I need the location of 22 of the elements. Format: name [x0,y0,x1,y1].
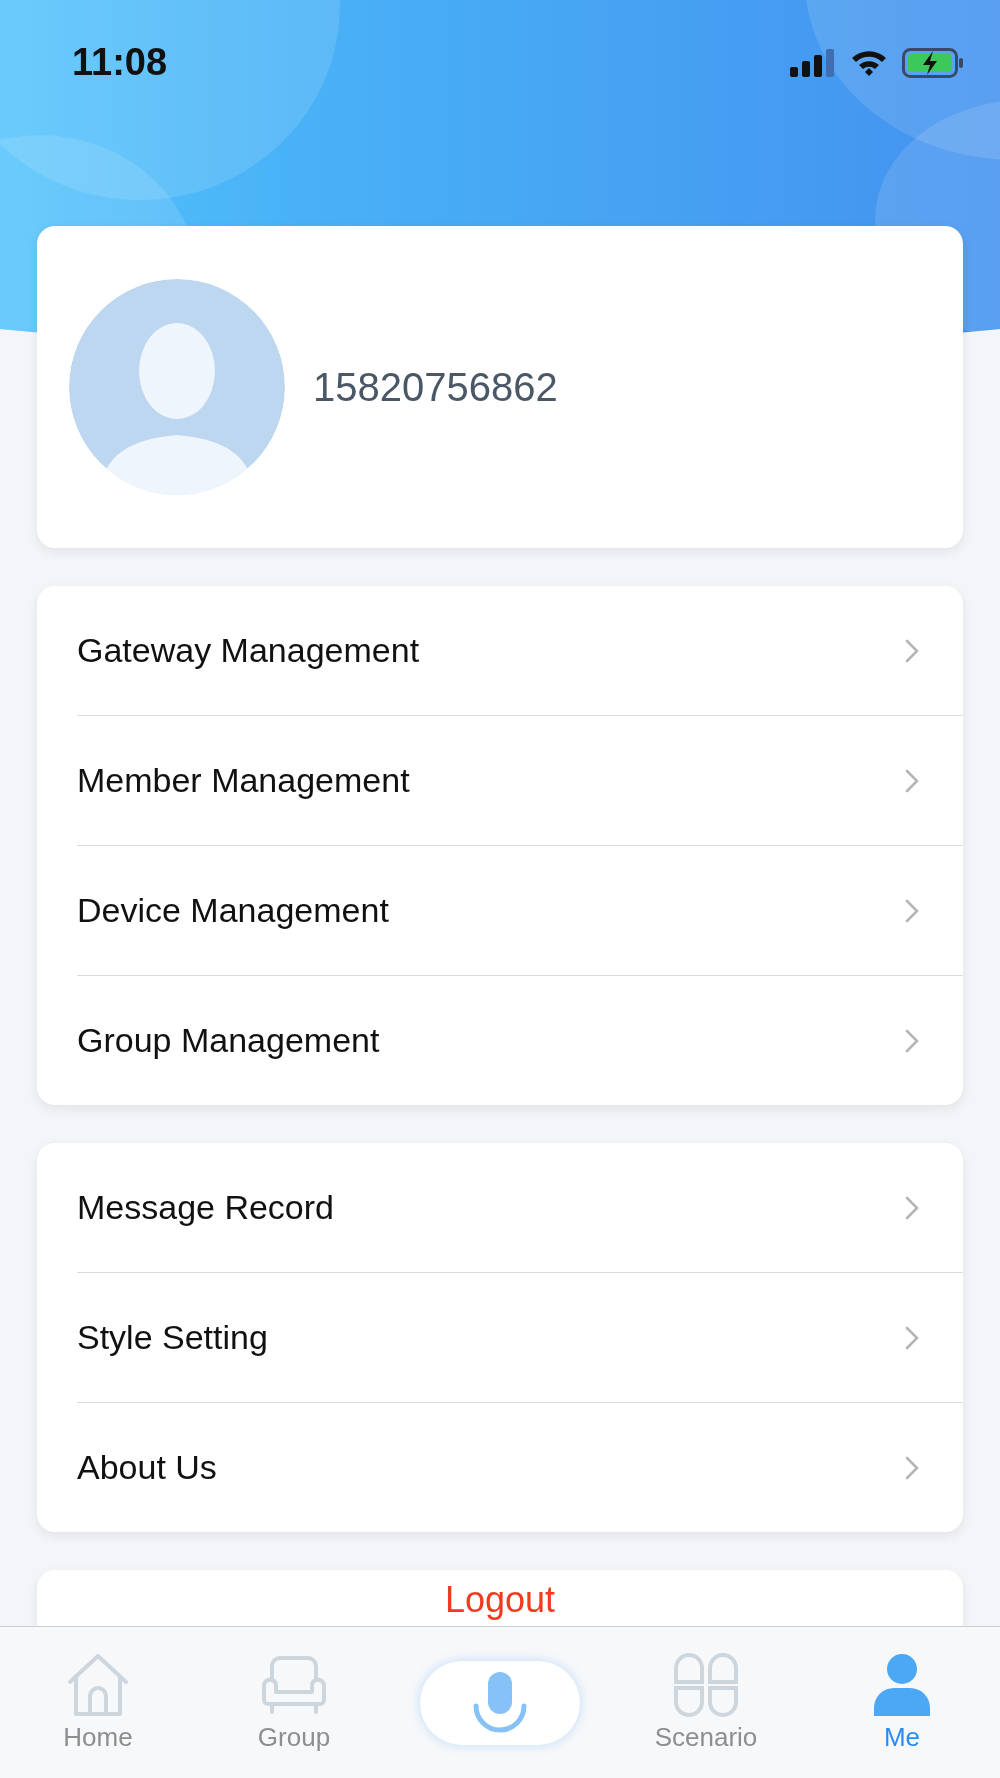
menu-item[interactable]: Message Record [77,1143,963,1273]
chevron-icon [905,1455,919,1480]
battery-icon [902,47,964,78]
signal-icon [790,48,836,77]
menu-item[interactable]: Style Setting [77,1273,963,1403]
menu-item[interactable]: Member Management [77,716,963,846]
menu-item[interactable]: About Us [77,1403,963,1532]
status-time: 11:08 [72,41,168,84]
four-petal-icon [672,1652,740,1718]
avatar-icon [69,279,285,495]
chevron-icon [905,638,919,663]
chevron-icon [905,1028,919,1053]
menu-item[interactable]: Device Management [77,846,963,976]
chevron-icon [905,1325,919,1350]
chevron-icon [905,1195,919,1220]
microphone-button[interactable] [420,1660,580,1745]
phone-number: 15820756862 [313,364,558,410]
logout-button[interactable]: Logout [444,1580,556,1620]
menu-item[interactable]: Group Management [77,976,963,1105]
chevron-icon [905,768,919,793]
menu-item[interactable]: Gateway Management [77,586,963,716]
chevron-icon [905,898,919,923]
